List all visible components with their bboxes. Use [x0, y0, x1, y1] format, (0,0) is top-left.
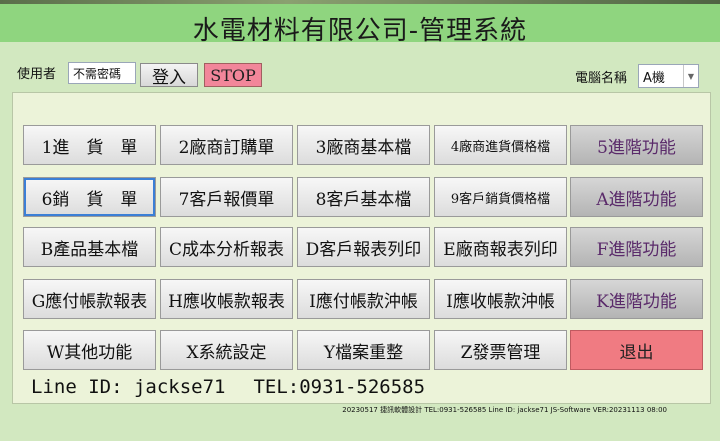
advanced-a-button[interactable]: A進階功能 — [570, 177, 703, 217]
main-menu-panel: 1進 貨 單 2廠商訂購單 3廠商基本檔 4廠商進貨價格檔 5進階功能 6銷 貨… — [12, 92, 711, 404]
version-text: 20230517 捷訊軟體設計 TEL:0931-526585 Line ID:… — [342, 406, 667, 414]
purchase-order-button[interactable]: 1進 貨 單 — [23, 125, 156, 165]
payables-writeoff-button[interactable]: I應付帳款沖帳 — [297, 279, 430, 319]
payables-report-button[interactable]: G應付帳款報表 — [23, 279, 156, 319]
computer-name-select[interactable]: A機 ▼ — [638, 64, 699, 88]
advanced-k-button[interactable]: K進階功能 — [570, 279, 703, 319]
vendor-report-button[interactable]: E廠商報表列印 — [434, 227, 567, 267]
app-title: 水電材料有限公司-管理系統 — [192, 16, 528, 46]
sales-order-button[interactable]: 6銷 貨 單 — [23, 177, 156, 217]
customer-price-button[interactable]: 9客戶銷貨價格檔 — [434, 177, 567, 217]
receivables-report-button[interactable]: H應收帳款報表 — [160, 279, 293, 319]
customer-quote-button[interactable]: 7客戶報價單 — [160, 177, 293, 217]
contact-line: Line ID: jackse71 TEL:0931-526585 — [31, 376, 453, 398]
computer-name-value: A機 — [643, 70, 665, 86]
user-label: 使用者 — [17, 67, 57, 82]
receivables-writeoff-button[interactable]: I應收帳款沖帳 — [434, 279, 567, 319]
advanced-f-button[interactable]: F進階功能 — [570, 227, 703, 267]
vendor-price-button[interactable]: 4廠商進貨價格檔 — [434, 125, 567, 165]
vendor-master-button[interactable]: 3廠商基本檔 — [297, 125, 430, 165]
customer-report-button[interactable]: D客戶報表列印 — [297, 227, 430, 267]
vendor-order-button[interactable]: 2廠商訂購單 — [160, 125, 293, 165]
file-reorganize-button[interactable]: Y檔案重整 — [297, 330, 430, 370]
product-master-button[interactable]: B產品基本檔 — [23, 227, 156, 267]
title-bar: 水電材料有限公司-管理系統 — [0, 4, 720, 46]
advanced-5-button[interactable]: 5進階功能 — [570, 125, 703, 165]
stop-button[interactable]: STOP — [204, 63, 262, 87]
exit-button[interactable]: 退出 — [570, 330, 703, 370]
computer-name-label: 電腦名稱 — [575, 71, 628, 86]
line-id-text: Line ID: jackse71 — [31, 376, 226, 398]
cost-analysis-button[interactable]: C成本分析報表 — [160, 227, 293, 267]
login-button[interactable]: 登入 — [140, 63, 198, 88]
tel-text: TEL:0931-526585 — [253, 376, 426, 398]
other-functions-button[interactable]: W其他功能 — [23, 330, 156, 370]
password-input[interactable] — [68, 62, 136, 84]
customer-master-button[interactable]: 8客戶基本檔 — [297, 177, 430, 217]
system-settings-button[interactable]: X系統設定 — [160, 330, 293, 370]
chevron-down-icon[interactable]: ▼ — [683, 65, 698, 87]
invoice-management-button[interactable]: Z發票管理 — [434, 330, 567, 370]
